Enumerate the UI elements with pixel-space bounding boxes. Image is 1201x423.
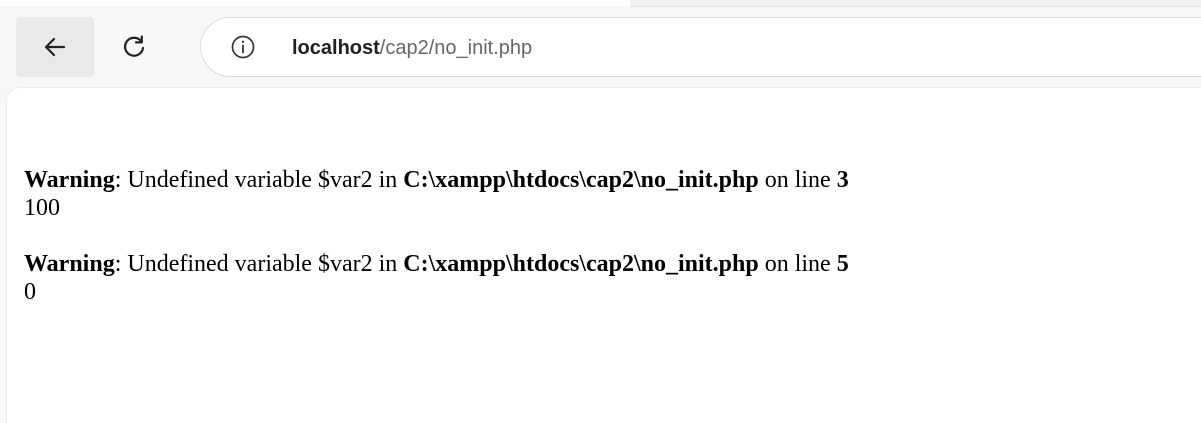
warning-line-number: 3: [836, 167, 849, 193]
arrow-left-icon: [44, 37, 66, 57]
php-output: Warning: Undefined variable $var2 in C:\…: [24, 138, 849, 306]
address-bar[interactable]: localhost/cap2/no_init.php: [200, 17, 1201, 77]
warning-line: Warning: Undefined variable $var2 in C:\…: [24, 250, 849, 278]
url-path: /cap2/no_init.php: [379, 37, 533, 59]
warning-label: Warning: [24, 251, 115, 277]
url-host: localhost: [292, 37, 380, 59]
page-viewport: Warning: Undefined variable $var2 in C:\…: [7, 88, 1201, 423]
warning-file-path: C:\xampp\htdocs\cap2\no_init.php: [403, 167, 759, 193]
back-button[interactable]: [16, 17, 94, 77]
warning-separator: :: [114, 167, 128, 193]
reload-button[interactable]: [106, 17, 162, 77]
output-value: 100: [24, 195, 60, 221]
warning-file-path: C:\xampp\htdocs\cap2\no_init.php: [403, 251, 759, 277]
warning-label: Warning: [24, 167, 115, 193]
warning-on-line-text: on line: [758, 251, 837, 277]
warning-line-number: 5: [836, 251, 849, 277]
reload-icon: [124, 35, 145, 57]
warning-on-line-text: on line: [758, 167, 837, 193]
warning-line: Warning: Undefined variable $var2 in C:\…: [24, 166, 849, 194]
tab-strip-edge: [630, 0, 1201, 7]
warning-message: Undefined variable $var2 in: [127, 167, 404, 193]
info-icon[interactable]: [230, 34, 256, 60]
browser-window: localhost/cap2/no_init.php Warning: Unde…: [0, 0, 1201, 423]
warning-separator: :: [114, 251, 128, 277]
output-value: 0: [24, 279, 36, 305]
url-text[interactable]: localhost/cap2/no_init.php: [292, 34, 532, 62]
warning-message: Undefined variable $var2 in: [127, 251, 404, 277]
browser-toolbar: localhost/cap2/no_init.php: [0, 0, 1201, 88]
